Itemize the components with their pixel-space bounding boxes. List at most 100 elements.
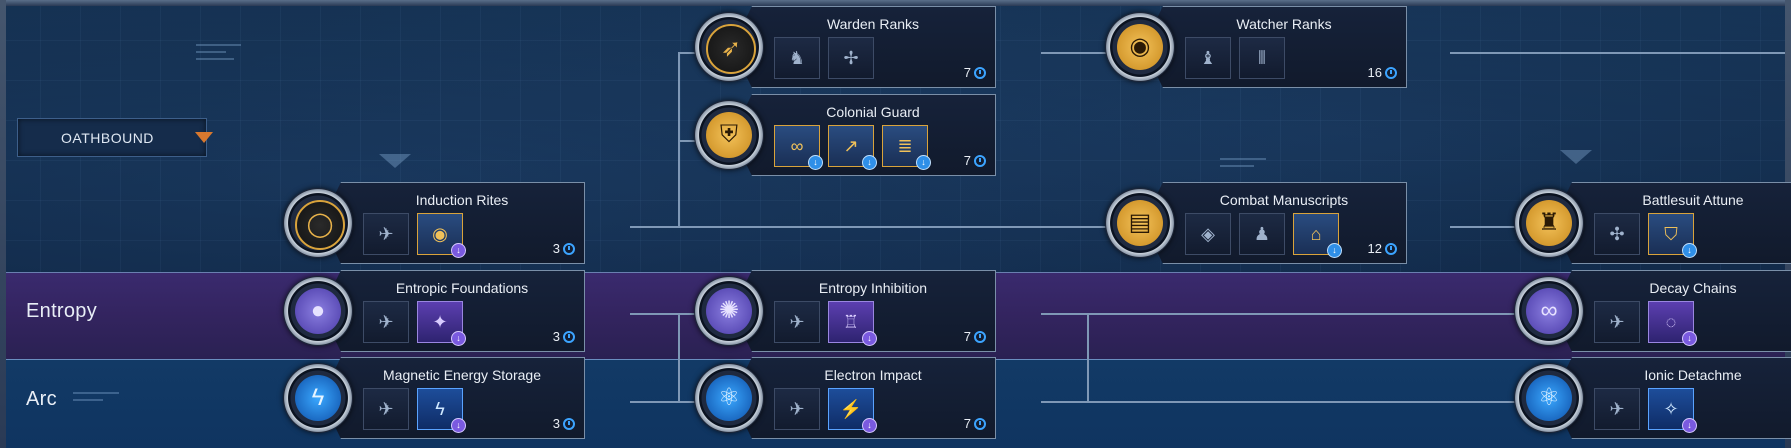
research-card-magnetic-energy-storage[interactable]: Magnetic Energy Storage ϟ ✈ ϟ ↓ 3 (283, 357, 585, 439)
research-cost-value: 7 (963, 65, 971, 80)
card-slots: ✣ ⛉ ↓ (1594, 213, 1697, 258)
mech-icon[interactable]: ♟ (1239, 213, 1285, 255)
book-icon: ▤ (1117, 200, 1163, 246)
upgrade-arrow-icon: ↓ (862, 155, 877, 170)
research-cost: 16 (1368, 65, 1397, 80)
vehicle-icon[interactable]: ◈ (1185, 213, 1231, 255)
research-cost-value: 16 (1367, 65, 1382, 80)
card-title: Entropy Inhibition (818, 280, 928, 296)
decorative-triangle (379, 154, 411, 168)
research-cost: 3 (553, 329, 575, 344)
arc-coil-upgrade-icon[interactable]: ϟ ↓ (417, 388, 466, 433)
research-card-combat-manuscripts[interactable]: Combat Manuscripts ▤ ◈ ♟ ⌂ ↓ 12 (1105, 182, 1407, 264)
research-card-entropy-inhibition[interactable]: Entropy Inhibition ✺ ✈ ♖ ↓ 7 (694, 270, 996, 352)
unit-watcher-icon[interactable]: ♝ (1185, 37, 1231, 79)
research-cost-value: 3 (552, 241, 560, 256)
entropy-tower-upgrade-icon[interactable]: ♖ ↓ (828, 301, 877, 346)
research-cost: 7 (964, 153, 986, 168)
card-title: Entropic Foundations (395, 280, 529, 296)
arc-strike-upgrade-icon[interactable]: ⚡ ↓ (828, 388, 877, 433)
research-cost-value: 7 (963, 329, 971, 344)
ship-icon[interactable]: ✈ (363, 213, 409, 255)
clock-icon (974, 154, 986, 167)
orb-cluster-icon: ● (295, 288, 341, 334)
jet-icon[interactable]: ✈ (774, 301, 820, 343)
research-cost-value: 7 (963, 416, 971, 431)
drone-icon[interactable]: ✈ (1594, 301, 1640, 343)
research-card-ionic-detachment[interactable]: Ionic Detachme ⚛ ✈ ✧ ↓ (1514, 357, 1791, 439)
unit-crossbow-icon[interactable]: ✢ (828, 37, 874, 79)
research-card-battlesuit-attunement[interactable]: Battlesuit Attune ♜ ✣ ⛉ ↓ (1514, 182, 1791, 264)
tree-connector (1041, 401, 1552, 403)
card-badge[interactable]: ✺ (694, 276, 764, 346)
decorative-triangle (1560, 150, 1592, 164)
clock-icon (563, 417, 575, 430)
research-card-decay-chains[interactable]: Decay Chains ∞ ✈ ◌ ↓ (1514, 270, 1791, 352)
card-badge[interactable]: ▤ (1105, 188, 1175, 258)
card-badge[interactable]: ϟ (283, 363, 353, 433)
pod-icon[interactable]: ✈ (1594, 388, 1640, 430)
card-badge[interactable]: ◉ (1105, 12, 1175, 82)
hover-ship-icon[interactable]: ✈ (363, 388, 409, 430)
research-cost: 3 (553, 241, 575, 256)
research-card-watcher-ranks[interactable]: Watcher Ranks ◉ ♝ ⦀ 16 (1105, 6, 1407, 88)
upgrade-arrow-icon: ↓ (808, 155, 823, 170)
research-card-electron-impact[interactable]: Electron Impact ⚛ ✈ ⚡ ↓ 7 (694, 357, 996, 439)
stack-upgrade-icon[interactable]: ≣ ↓ (882, 125, 931, 170)
crab-icon[interactable]: ✣ (1594, 213, 1640, 255)
eye-mask-icon: ◉ (1117, 24, 1163, 70)
card-badge[interactable]: ● (283, 276, 353, 346)
card-slots: ✈ ◌ ↓ (1594, 301, 1697, 346)
research-card-induction-rites[interactable]: Induction Rites ◯ ✈ ◉ ↓ 3 (283, 182, 585, 264)
upgrade-arrow-icon: ↓ (451, 243, 466, 258)
arrow-up-upgrade-icon[interactable]: ↗ ↓ (828, 125, 877, 170)
clock-icon (1385, 66, 1397, 79)
card-badge[interactable]: ⛨ (694, 100, 764, 170)
shield-lock-icon: ⛨ (706, 112, 752, 158)
card-title: Colonial Guard (826, 104, 920, 120)
decay-upgrade-icon[interactable]: ◌ ↓ (1648, 301, 1697, 346)
card-badge[interactable]: ∞ (1514, 276, 1584, 346)
upgrade-arrow-icon: ↓ (1682, 331, 1697, 346)
research-cost-value: 3 (552, 416, 560, 431)
upgrade-arrow-icon: ↓ (451, 331, 466, 346)
upgrade-arrow-icon: ↓ (862, 418, 877, 433)
ion-upgrade-icon[interactable]: ✧ ↓ (1648, 388, 1697, 433)
card-slots: ◈ ♟ ⌂ ↓ (1185, 213, 1342, 258)
card-badge[interactable]: ➶ (694, 12, 764, 82)
entropy-bolt-upgrade-icon[interactable]: ✦ ↓ (417, 301, 466, 346)
card-badge[interactable]: ⚛ (694, 363, 764, 433)
clock-icon (563, 242, 575, 255)
card-badge[interactable]: ⚛ (1514, 363, 1584, 433)
card-title: Watcher Ranks (1236, 16, 1332, 32)
faction-selector-dropdown[interactable]: OATHBOUND (17, 118, 213, 157)
bow-icon: ➶ (706, 24, 756, 74)
dropdown-arrow-icon[interactable] (195, 132, 213, 143)
faction-selector-value: OATHBOUND (61, 130, 154, 146)
claw-icon[interactable]: ⦀ (1239, 37, 1285, 79)
research-card-colonial-guard[interactable]: Colonial Guard ⛨ ∞ ↓ ↗ ↓ ≣ ↓ 7 (694, 94, 996, 176)
research-card-entropic-foundations[interactable]: Entropic Foundations ● ✈ ✦ ↓ 3 (283, 270, 585, 352)
unit-warden-icon[interactable]: ♞ (774, 37, 820, 79)
rings-upgrade-icon[interactable]: ∞ ↓ (774, 125, 823, 170)
armor-upgrade-icon[interactable]: ⛉ ↓ (1648, 213, 1697, 258)
eye-sigil-upgrade-icon[interactable]: ◉ ↓ (417, 213, 466, 258)
clock-icon (1385, 242, 1397, 255)
card-title: Combat Manuscripts (1219, 192, 1349, 208)
card-title: Electron Impact (824, 367, 922, 383)
decorative-lines (73, 392, 119, 406)
card-badge[interactable]: ♜ (1514, 188, 1584, 258)
card-badge[interactable]: ◯ (283, 188, 353, 258)
research-card-warden-ranks[interactable]: Warden Ranks ➶ ♞ ✢ 7 (694, 6, 996, 88)
card-title: Magnetic Energy Storage (383, 367, 541, 383)
tree-connector (1041, 313, 1552, 315)
research-tree-view: Entropy Arc OATHBOUND Warden Ranks ➶ ♞ ✢ 7 Wa… (0, 0, 1791, 448)
insect-ship-icon[interactable]: ✈ (363, 301, 409, 343)
card-slots: ♞ ✢ (774, 37, 874, 81)
card-slots: ✈ ♖ ↓ (774, 301, 877, 346)
hall-upgrade-icon[interactable]: ⌂ ↓ (1293, 213, 1342, 258)
wing-ship-icon[interactable]: ✈ (774, 388, 820, 430)
research-cost-value: 3 (552, 329, 560, 344)
battlesuit-icon: ♜ (1526, 200, 1572, 246)
card-slots: ∞ ↓ ↗ ↓ ≣ ↓ (774, 125, 931, 170)
